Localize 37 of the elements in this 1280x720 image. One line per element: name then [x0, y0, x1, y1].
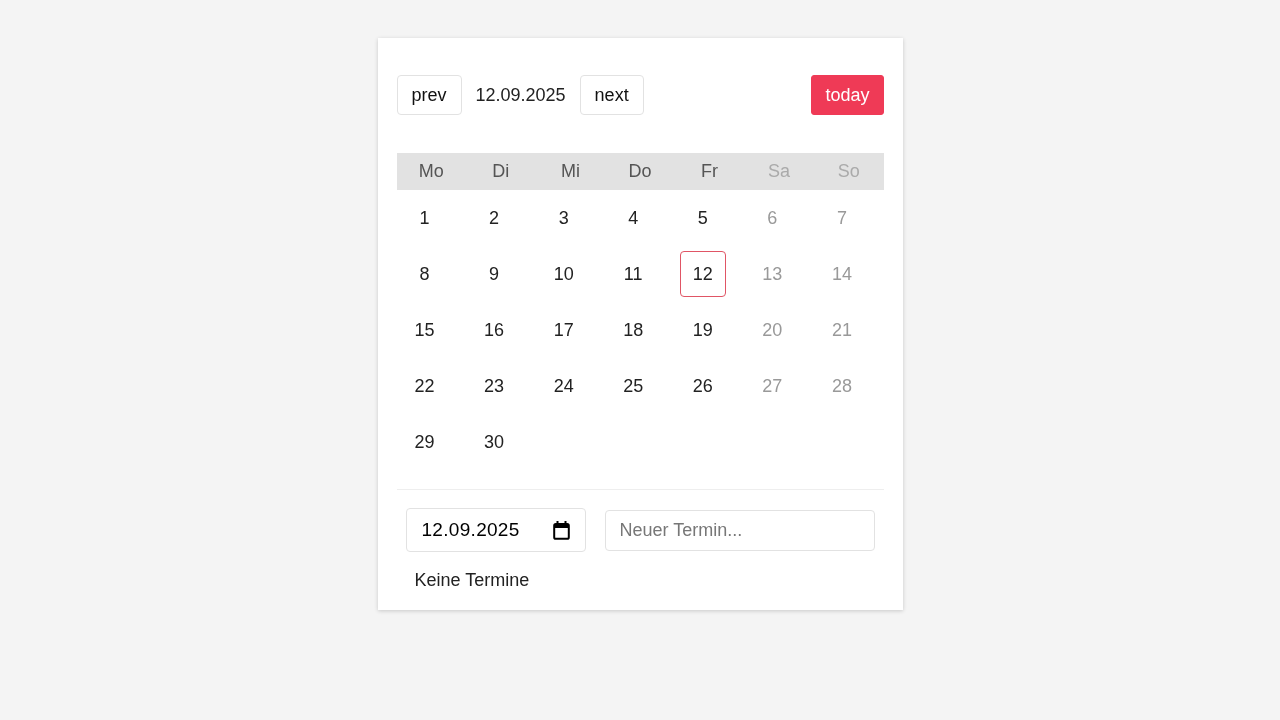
day-cell[interactable]: 8: [401, 251, 448, 297]
day-cell[interactable]: 4: [610, 195, 657, 241]
day-cell[interactable]: 22: [401, 363, 448, 409]
weekday-label: Mo: [418, 161, 444, 182]
date-field[interactable]: 12.09.2025: [405, 508, 586, 552]
day-cell[interactable]: 11: [610, 251, 657, 297]
weekday-label: Sa: [768, 161, 791, 182]
day-cell[interactable]: 10: [540, 251, 587, 297]
day-cell[interactable]: 17: [540, 307, 587, 353]
calendar-icon[interactable]: [552, 520, 570, 540]
day-cell[interactable]: 26: [679, 363, 726, 409]
day-cell[interactable]: 5: [679, 195, 726, 241]
day-cell[interactable]: 30: [471, 419, 518, 465]
day-cell[interactable]: 1: [401, 195, 448, 241]
weekday-label: Di: [492, 161, 510, 182]
day-cell[interactable]: 24: [540, 363, 587, 409]
day-cell[interactable]: 2: [471, 195, 518, 241]
day-cell[interactable]: 25: [610, 363, 657, 409]
current-date: 12.09.2025: [475, 84, 566, 106]
today-button[interactable]: today: [811, 75, 884, 115]
day-cell[interactable]: 16: [471, 307, 518, 353]
weekday-label: Fr: [701, 161, 719, 182]
day-cell[interactable]: 12: [679, 251, 726, 297]
weekday-label: So: [837, 161, 860, 182]
day-cell[interactable]: 29: [401, 419, 448, 465]
new-event-field[interactable]: Neuer Termin...: [604, 509, 875, 551]
weekday-label: Do: [628, 161, 652, 182]
no-events-message: Keine Termine: [414, 570, 530, 591]
day-cell[interactable]: 19: [679, 307, 726, 353]
weekday-label: Mi: [560, 161, 580, 182]
day-cell[interactable]: 3: [540, 195, 587, 241]
next-button[interactable]: next: [579, 75, 644, 115]
day-cell[interactable]: 15: [401, 307, 448, 353]
day-cell[interactable]: 18: [610, 307, 657, 353]
day-cell[interactable]: 23: [471, 363, 518, 409]
day-cell[interactable]: 9: [471, 251, 518, 297]
prev-button[interactable]: prev: [396, 75, 462, 115]
